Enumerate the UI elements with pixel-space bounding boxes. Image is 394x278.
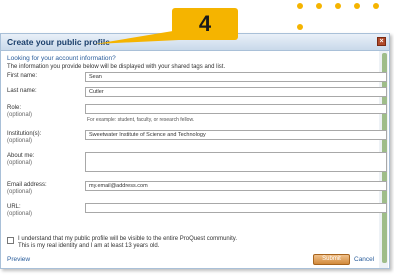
intro-text: The information you provide below will b… bbox=[7, 64, 226, 70]
account-info-link[interactable]: Looking for your account information? bbox=[7, 55, 116, 62]
last-name-field[interactable]: Cutler bbox=[85, 87, 387, 97]
institution-field[interactable]: Sweetwater Institute of Science and Tech… bbox=[85, 130, 387, 140]
callout-dot bbox=[373, 3, 379, 9]
cancel-link[interactable]: Cancel bbox=[354, 256, 374, 263]
about-me-label: About me: (optional) bbox=[7, 153, 35, 166]
submit-button[interactable]: Submit bbox=[313, 254, 350, 265]
consent-text: I understand that my public profile will… bbox=[18, 236, 237, 250]
callout-arrow bbox=[95, 30, 179, 44]
callout-dot bbox=[297, 24, 303, 30]
email-field[interactable]: my.email@address.com bbox=[85, 181, 387, 191]
email-label: Email address: (optional) bbox=[7, 182, 47, 195]
last-name-label: Last name: bbox=[7, 88, 37, 94]
role-hint: For example: student, faculty, or resear… bbox=[87, 117, 195, 123]
consent-line-1: I understand that my public profile will… bbox=[18, 236, 237, 242]
preview-link[interactable]: Preview bbox=[7, 256, 30, 263]
step-number-badge: 4 bbox=[172, 8, 238, 40]
close-icon[interactable]: × bbox=[377, 37, 386, 46]
consent-line-2: This is my real identity and I am at lea… bbox=[18, 243, 160, 249]
callout-dot bbox=[335, 3, 341, 9]
first-name-label: First name: bbox=[7, 73, 38, 79]
callout-dot bbox=[354, 3, 360, 9]
url-field[interactable] bbox=[85, 203, 387, 213]
url-label: URL: (optional) bbox=[7, 204, 33, 217]
role-field[interactable] bbox=[85, 104, 387, 114]
role-label: Role: (optional) bbox=[7, 105, 33, 118]
callout-dot bbox=[297, 3, 303, 9]
callout-dot bbox=[316, 3, 322, 9]
create-profile-dialog: Create your public profile × Looking for… bbox=[0, 33, 390, 269]
about-me-field[interactable] bbox=[85, 152, 387, 172]
first-name-field[interactable]: Sean bbox=[85, 72, 387, 82]
consent-checkbox[interactable] bbox=[7, 237, 14, 244]
institution-label: Institution(s): (optional) bbox=[7, 131, 42, 144]
